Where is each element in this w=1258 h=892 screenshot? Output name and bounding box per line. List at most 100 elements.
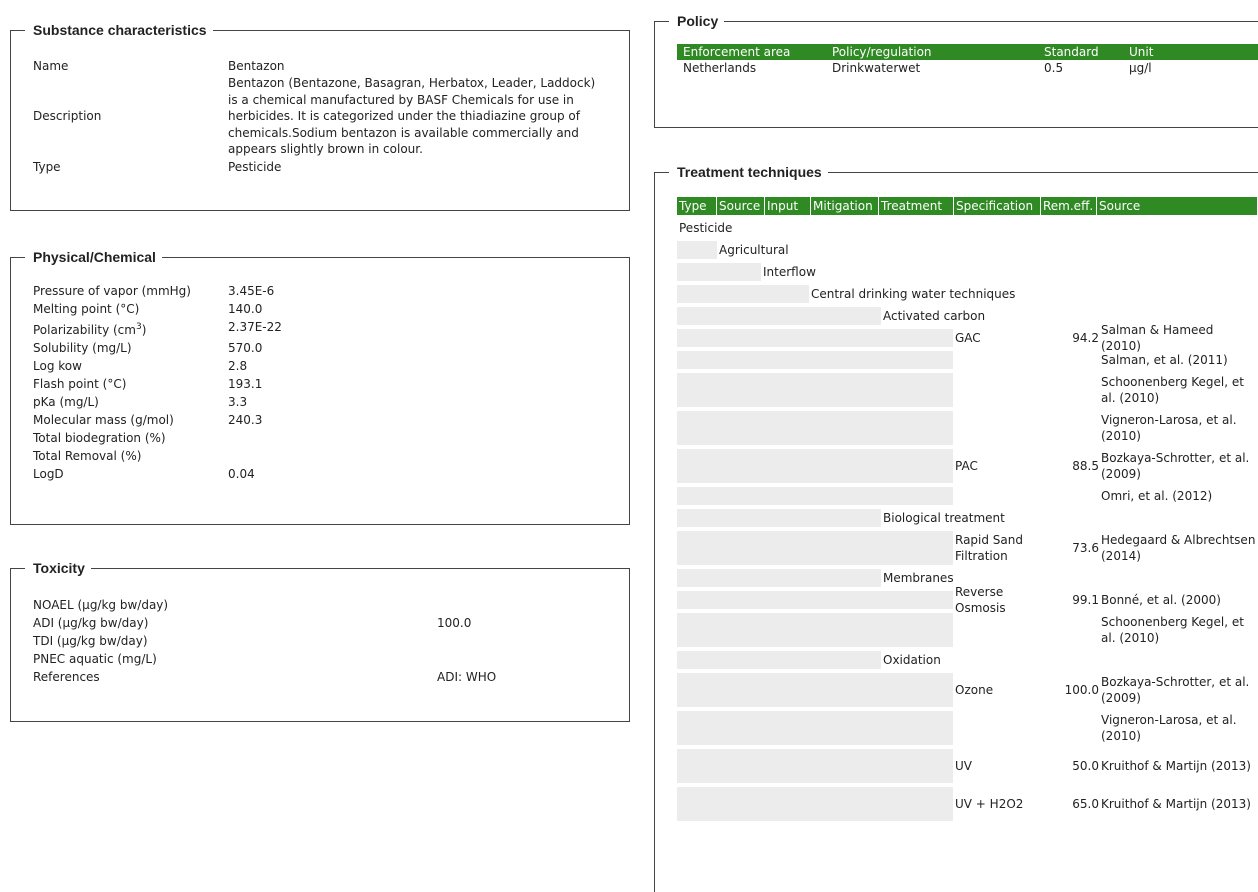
- table-row: Rapid Sand Filtration 73.6 Hedegaard & Alb…: [677, 531, 1257, 565]
- substance-name-value: Bentazon: [228, 59, 285, 73]
- vapor-pressure-row: Pressure of vapor (mmHg) 3.45E-6: [33, 282, 282, 300]
- mitigation-label: Central drinking water techniques: [811, 287, 1016, 301]
- toxicity-title: Toxicity: [25, 558, 91, 578]
- table-row: PAC 88.5 Bozkaya-Schrotter, et al. (2009): [677, 449, 1257, 483]
- removal-efficiency-cell: 73.6: [1072, 541, 1099, 555]
- column-header-source: Source: [717, 197, 765, 215]
- column-header-policy-regulation: Policy/regulation: [826, 44, 1038, 60]
- indent-pad: [677, 411, 953, 445]
- policy-title: Policy: [669, 11, 725, 31]
- polarizability-row: Polarizability (cm3) 2.37E-22: [33, 318, 282, 339]
- physical-chemical-title: Physical/Chemical: [25, 247, 162, 267]
- column-header-removal-efficiency: Rem.eff.: [1041, 197, 1097, 215]
- specification-cell: Rapid Sand Filtration: [955, 533, 1024, 563]
- treatment-rows: Activated carbon GAC 94.2 Salman & Hameed (…: [677, 307, 1257, 821]
- specification-cell: UV + H2O2: [955, 797, 1024, 811]
- adi-row: ADI (μg/kg bw/day) 100.0: [33, 614, 496, 632]
- input-row: Interflow: [677, 263, 1257, 281]
- property-value: 193.1: [228, 377, 263, 391]
- table-row: Reverse Osmosis 99.1 Bonné, et al. (2000): [677, 585, 1257, 615]
- substance-description-value: Bentazon (Bentazone, Basagran, Herbatox,…: [228, 76, 596, 156]
- reference-source-cell: Vigneron-Larosa, et al. (2010): [1101, 413, 1237, 443]
- table-row: Vigneron-Larosa, et al. (2010): [677, 411, 1257, 445]
- indent-pad: [677, 613, 953, 647]
- column-header-specification: Specification: [954, 197, 1041, 215]
- property-label: Total biodegration (%): [33, 431, 166, 445]
- removal-efficiency-cell: 100.0: [1064, 683, 1099, 697]
- specification-cell: PAC: [955, 459, 978, 473]
- reference-source-cell: Schoonenberg Kegel, et al. (2010): [1101, 375, 1244, 405]
- reference-source-cell: Kruithof & Martijn (2013): [1101, 797, 1251, 811]
- property-label: Melting point (°C): [33, 302, 140, 316]
- property-value: 240.3: [228, 413, 263, 427]
- table-row: UV + H2O2 65.0 Kruithof & Martijn (2013): [677, 787, 1257, 821]
- property-label: Pressure of vapor (mmHg): [33, 284, 191, 298]
- enforcement-area-cell: Netherlands: [683, 61, 757, 75]
- total-removal-row: Total Removal (%): [33, 447, 282, 465]
- property-label: Log kow: [33, 359, 82, 373]
- indent-pad: [677, 591, 953, 609]
- table-row: Ozone 100.0 Bozkaya-Schrotter, et al. (200…: [677, 673, 1257, 707]
- substance-characteristics-title: Substance characteristics: [25, 20, 213, 40]
- toxicity-label: References: [33, 670, 100, 684]
- unit-cell: μg/l: [1129, 61, 1152, 75]
- indent-pad: [677, 673, 953, 707]
- source-label: Agricultural: [719, 243, 789, 257]
- indent-pad: [677, 651, 881, 669]
- tdi-row: TDI (μg/kg bw/day): [33, 632, 496, 650]
- references-row: References ADI: WHO: [33, 668, 496, 686]
- standard-cell: 0.5: [1044, 61, 1064, 75]
- property-value: 570.0: [228, 341, 263, 355]
- reference-source-cell: Hedegaard & Albrechtsen (2014): [1101, 533, 1256, 563]
- substance-name-label: Name: [33, 59, 69, 73]
- treatment-techniques-title: Treatment techniques: [669, 162, 828, 182]
- table-row: Salman, et al. (2011): [677, 351, 1257, 369]
- treatment-label: Oxidation: [883, 653, 941, 667]
- property-label: Total Removal (%): [33, 449, 142, 463]
- toxicity-value: 100.0: [437, 616, 472, 630]
- column-header-enforcement-area: Enforcement area: [677, 44, 826, 60]
- property-label: LogD: [33, 467, 64, 481]
- toxicity-label: ADI (μg/kg bw/day): [33, 616, 149, 630]
- indent-pad: [677, 449, 953, 483]
- physical-chemical-list: Pressure of vapor (mmHg) 3.45E-6 Melting …: [33, 282, 282, 483]
- substance-characteristics-list: Name Bentazon Description Bentazon (Bent…: [33, 57, 608, 176]
- property-value: 3.45E-6: [228, 284, 275, 298]
- indent-pad: [677, 509, 881, 527]
- indent-pad: [677, 241, 717, 259]
- indent-pad: [677, 787, 953, 821]
- specification-cell: GAC: [955, 331, 981, 345]
- removal-efficiency-cell: 50.0: [1072, 759, 1099, 773]
- table-row: UV 50.0 Kruithof & Martijn (2013): [677, 749, 1257, 783]
- removal-efficiency-cell: 88.5: [1072, 459, 1099, 473]
- indent-pad: [677, 487, 953, 505]
- reference-source-cell: Salman, et al. (2011): [1101, 353, 1228, 367]
- table-row: GAC 94.2 Salman & Hameed (2010): [677, 323, 1257, 353]
- reference-source-cell: Bozkaya-Schrotter, et al. (2009): [1101, 451, 1250, 481]
- column-header-input: Input: [765, 197, 811, 215]
- table-row: Omri, et al. (2012): [677, 487, 1257, 505]
- treatment-label: Membranes: [883, 571, 954, 585]
- indent-pad: [677, 285, 809, 303]
- substance-name-row: Name Bentazon: [33, 57, 608, 75]
- melting-point-row: Melting point (°C) 140.0: [33, 300, 282, 318]
- treatment-table-header: Type Source Input Mitigation Treatment S…: [677, 197, 1257, 215]
- column-header-reference-source: Source: [1099, 199, 1141, 213]
- treatment-techniques-panel: Treatment techniques Type Source Input M…: [654, 162, 1258, 892]
- table-row: Oxidation: [677, 651, 1257, 669]
- indent-pad: [677, 749, 953, 783]
- physical-chemical-panel: Physical/Chemical Pressure of vapor (mmH…: [10, 247, 630, 525]
- indent-pad: [677, 329, 953, 347]
- pka-row: pKa (mg/L) 3.3: [33, 393, 282, 411]
- indent-pad: [677, 531, 953, 565]
- noael-row: NOAEL (μg/kg bw/day): [33, 596, 496, 614]
- toxicity-label: PNEC aquatic (mg/L): [33, 652, 157, 666]
- specification-cell: Ozone: [955, 683, 994, 697]
- substance-description-row: Description Bentazon (Bentazone, Basagra…: [33, 75, 608, 158]
- table-row: Biological treatment: [677, 509, 1257, 527]
- toxicity-list: NOAEL (μg/kg bw/day) ADI (μg/kg bw/day) 1…: [33, 596, 496, 686]
- treatment-label: Biological treatment: [883, 511, 1005, 525]
- table-row: Schoonenberg Kegel, et al. (2010): [677, 373, 1257, 407]
- source-row: Agricultural: [677, 241, 1257, 259]
- table-row: Vigneron-Larosa, et al. (2010): [677, 711, 1257, 745]
